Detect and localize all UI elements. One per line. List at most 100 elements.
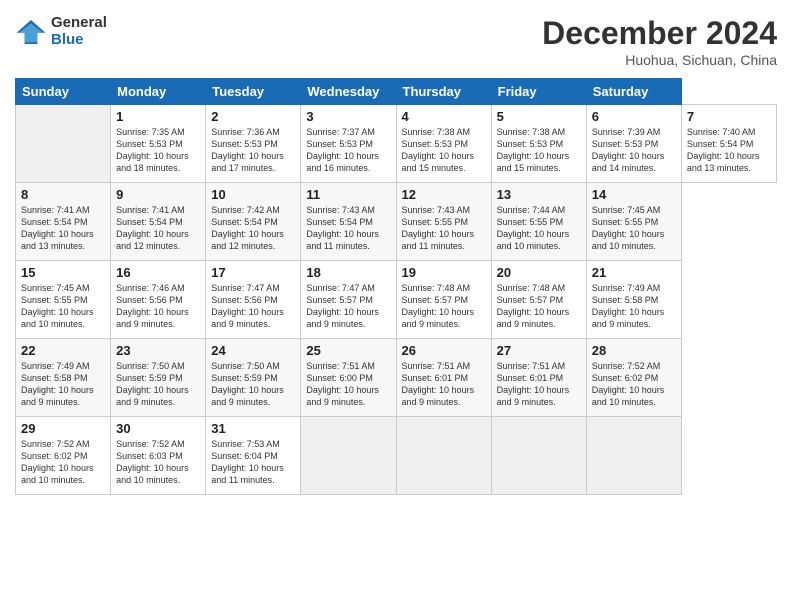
day-info: Sunrise: 7:49 AMSunset: 5:58 PMDaylight:…	[21, 360, 105, 409]
week-row-4: 22 Sunrise: 7:49 AMSunset: 5:58 PMDayligh…	[16, 339, 777, 417]
header: General Blue December 2024 Huohua, Sichu…	[15, 15, 777, 68]
weekday-tuesday: Tuesday	[206, 79, 301, 105]
calendar-cell: 18Sunrise: 7:47 AMSunset: 5:57 PMDayligh…	[301, 261, 396, 339]
day-number: 13	[497, 187, 581, 202]
day-info: Sunrise: 7:37 AMSunset: 5:53 PMDaylight:…	[306, 126, 390, 175]
day-info: Sunrise: 7:48 AMSunset: 5:57 PMDaylight:…	[497, 282, 581, 331]
week-row-3: 15 Sunrise: 7:45 AMSunset: 5:55 PMDayligh…	[16, 261, 777, 339]
weekday-sunday: Sunday	[16, 79, 111, 105]
title-block: December 2024 Huohua, Sichuan, China	[542, 15, 777, 68]
calendar-cell: 14 Sunrise: 7:45 AMSunset: 5:55 PMDayligh…	[586, 183, 681, 261]
weekday-friday: Friday	[491, 79, 586, 105]
calendar-cell	[491, 417, 586, 495]
location-subtitle: Huohua, Sichuan, China	[542, 52, 777, 68]
day-number: 4	[402, 109, 486, 124]
calendar-cell	[396, 417, 491, 495]
day-number: 8	[21, 187, 105, 202]
calendar-cell: 28Sunrise: 7:52 AMSunset: 6:02 PMDayligh…	[586, 339, 681, 417]
day-info: Sunrise: 7:45 AMSunset: 5:55 PMDaylight:…	[592, 204, 676, 253]
day-number: 29	[21, 421, 105, 436]
calendar-cell: 29 Sunrise: 7:52 AMSunset: 6:02 PMDayligh…	[16, 417, 111, 495]
calendar-cell: 25Sunrise: 7:51 AMSunset: 6:00 PMDayligh…	[301, 339, 396, 417]
day-number: 18	[306, 265, 390, 280]
weekday-saturday: Saturday	[586, 79, 681, 105]
calendar-cell: 4 Sunrise: 7:38 AMSunset: 5:53 PMDaylight…	[396, 105, 491, 183]
day-number: 22	[21, 343, 105, 358]
day-number: 20	[497, 265, 581, 280]
day-number: 28	[592, 343, 676, 358]
day-info: Sunrise: 7:38 AMSunset: 5:53 PMDaylight:…	[497, 126, 581, 175]
calendar-cell: 8Sunrise: 7:41 AMSunset: 5:54 PMDaylight…	[16, 183, 111, 261]
empty-cell	[16, 105, 111, 183]
calendar-cell: 6 Sunrise: 7:39 AMSunset: 5:53 PMDaylight…	[586, 105, 681, 183]
day-info: Sunrise: 7:47 AMSunset: 5:56 PMDaylight:…	[211, 282, 295, 331]
calendar-cell: 30 Sunrise: 7:52 AMSunset: 6:03 PMDayligh…	[111, 417, 206, 495]
calendar-cell: 26 Sunrise: 7:51 AMSunset: 6:01 PMDayligh…	[396, 339, 491, 417]
day-number: 17	[211, 265, 295, 280]
day-info: Sunrise: 7:38 AMSunset: 5:53 PMDaylight:…	[402, 126, 486, 175]
day-info: Sunrise: 7:41 AMSunset: 5:54 PMDaylight:…	[116, 204, 200, 253]
calendar-cell: 21Sunrise: 7:49 AMSunset: 5:58 PMDayligh…	[586, 261, 681, 339]
calendar-cell: 3 Sunrise: 7:37 AMSunset: 5:53 PMDaylight…	[301, 105, 396, 183]
calendar-cell: 10 Sunrise: 7:42 AMSunset: 5:54 PMDayligh…	[206, 183, 301, 261]
day-number: 12	[402, 187, 486, 202]
calendar-cell: 1 Sunrise: 7:35 AMSunset: 5:53 PMDaylight…	[111, 105, 206, 183]
day-info: Sunrise: 7:42 AMSunset: 5:54 PMDaylight:…	[211, 204, 295, 253]
day-info: Sunrise: 7:46 AMSunset: 5:56 PMDaylight:…	[116, 282, 200, 331]
day-number: 16	[116, 265, 200, 280]
day-number: 26	[402, 343, 486, 358]
calendar-cell: 13 Sunrise: 7:44 AMSunset: 5:55 PMDayligh…	[491, 183, 586, 261]
day-info: Sunrise: 7:48 AMSunset: 5:57 PMDaylight:…	[402, 282, 486, 331]
logo-text: General Blue	[51, 15, 107, 48]
logo: General Blue	[15, 15, 107, 48]
day-info: Sunrise: 7:52 AMSunset: 6:02 PMDaylight:…	[21, 438, 105, 487]
calendar-cell: 20 Sunrise: 7:48 AMSunset: 5:57 PMDayligh…	[491, 261, 586, 339]
day-info: Sunrise: 7:44 AMSunset: 5:55 PMDaylight:…	[497, 204, 581, 253]
day-info: Sunrise: 7:52 AMSunset: 6:03 PMDaylight:…	[116, 438, 200, 487]
weekday-wednesday: Wednesday	[301, 79, 396, 105]
logo-icon	[15, 18, 47, 46]
day-number: 9	[116, 187, 200, 202]
calendar-cell: 9 Sunrise: 7:41 AMSunset: 5:54 PMDaylight…	[111, 183, 206, 261]
calendar-cell: 12 Sunrise: 7:43 AMSunset: 5:55 PMDayligh…	[396, 183, 491, 261]
calendar-cell: 24Sunrise: 7:50 AMSunset: 5:59 PMDayligh…	[206, 339, 301, 417]
day-info: Sunrise: 7:39 AMSunset: 5:53 PMDaylight:…	[592, 126, 676, 175]
day-info: Sunrise: 7:45 AMSunset: 5:55 PMDaylight:…	[21, 282, 105, 331]
week-row-2: 8 Sunrise: 7:41 AMSunset: 5:54 PMDaylight…	[16, 183, 777, 261]
calendar-cell: 17 Sunrise: 7:47 AMSunset: 5:56 PMDayligh…	[206, 261, 301, 339]
day-number: 2	[211, 109, 295, 124]
day-number: 10	[211, 187, 295, 202]
day-info: Sunrise: 7:43 AMSunset: 5:54 PMDaylight:…	[306, 204, 390, 253]
calendar-cell: 19 Sunrise: 7:48 AMSunset: 5:57 PMDayligh…	[396, 261, 491, 339]
day-number: 15	[21, 265, 105, 280]
day-info: Sunrise: 7:51 AMSunset: 6:01 PMDaylight:…	[497, 360, 581, 409]
day-number: 7	[687, 109, 771, 124]
day-number: 3	[306, 109, 390, 124]
calendar-cell: 15 Sunrise: 7:45 AMSunset: 5:55 PMDayligh…	[16, 261, 111, 339]
week-row-1: 1 Sunrise: 7:35 AMSunset: 5:53 PMDaylight…	[16, 105, 777, 183]
calendar-cell: 7 Sunrise: 7:40 AMSunset: 5:54 PMDaylight…	[681, 105, 776, 183]
day-number: 19	[402, 265, 486, 280]
calendar-cell: 27Sunrise: 7:51 AMSunset: 6:01 PMDayligh…	[491, 339, 586, 417]
day-info: Sunrise: 7:40 AMSunset: 5:54 PMDaylight:…	[687, 126, 771, 175]
day-number: 6	[592, 109, 676, 124]
weekday-thursday: Thursday	[396, 79, 491, 105]
calendar-cell	[301, 417, 396, 495]
day-number: 1	[116, 109, 200, 124]
calendar-cell: 31Sunrise: 7:53 AMSunset: 6:04 PMDayligh…	[206, 417, 301, 495]
calendar-table: SundayMondayTuesdayWednesdayThursdayFrid…	[15, 78, 777, 495]
day-number: 30	[116, 421, 200, 436]
day-info: Sunrise: 7:35 AMSunset: 5:53 PMDaylight:…	[116, 126, 200, 175]
month-title: December 2024	[542, 15, 777, 52]
calendar-cell: 2Sunrise: 7:36 AMSunset: 5:53 PMDaylight…	[206, 105, 301, 183]
day-info: Sunrise: 7:43 AMSunset: 5:55 PMDaylight:…	[402, 204, 486, 253]
day-info: Sunrise: 7:49 AMSunset: 5:58 PMDaylight:…	[592, 282, 676, 331]
calendar-cell: 16 Sunrise: 7:46 AMSunset: 5:56 PMDayligh…	[111, 261, 206, 339]
day-number: 23	[116, 343, 200, 358]
calendar-cell: 23 Sunrise: 7:50 AMSunset: 5:59 PMDayligh…	[111, 339, 206, 417]
day-info: Sunrise: 7:50 AMSunset: 5:59 PMDaylight:…	[116, 360, 200, 409]
day-info: Sunrise: 7:51 AMSunset: 6:01 PMDaylight:…	[402, 360, 486, 409]
weekday-header-row: SundayMondayTuesdayWednesdayThursdayFrid…	[16, 79, 777, 105]
page-container: General Blue December 2024 Huohua, Sichu…	[0, 0, 792, 505]
day-number: 14	[592, 187, 676, 202]
